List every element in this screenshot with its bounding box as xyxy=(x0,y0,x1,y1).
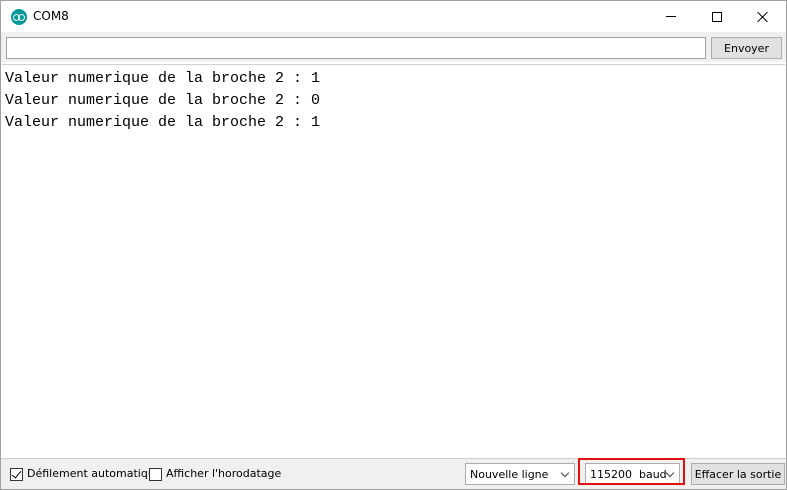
maximize-button[interactable] xyxy=(694,1,740,32)
close-icon xyxy=(757,11,769,23)
output-line: Valeur numerique de la broche 2 : 1 xyxy=(5,70,321,87)
timestamp-checkbox[interactable] xyxy=(149,468,162,481)
output-line: Valeur numerique de la broche 2 : 0 xyxy=(5,92,321,109)
send-row: Envoyer xyxy=(1,32,786,62)
minimize-icon xyxy=(666,16,676,17)
line-ending-value: Nouvelle ligne xyxy=(470,467,549,481)
clear-output-button[interactable]: Effacer la sortie xyxy=(691,463,785,485)
timestamp-label: Afficher l'horodatage xyxy=(166,467,282,480)
serial-output[interactable]: Valeur numerique de la broche 2 : 1 Vale… xyxy=(2,64,785,458)
output-line: Valeur numerique de la broche 2 : 1 xyxy=(5,114,321,131)
send-input[interactable] xyxy=(6,37,706,59)
arduino-icon xyxy=(11,9,27,25)
baud-rate-highlight xyxy=(578,458,685,485)
chevron-down-icon xyxy=(560,468,570,478)
send-button[interactable]: Envoyer xyxy=(711,37,782,59)
maximize-icon xyxy=(712,11,722,22)
window-title: COM8 xyxy=(33,9,69,23)
autoscroll-checkbox[interactable] xyxy=(10,468,23,481)
line-ending-select[interactable]: Nouvelle ligne xyxy=(465,463,575,485)
title-bar: COM8 xyxy=(1,1,786,32)
autoscroll-label: Défilement automatique xyxy=(27,467,162,480)
serial-monitor-window: COM8 Envoyer Valeur numerique de la broc… xyxy=(0,0,787,490)
minimize-button[interactable] xyxy=(648,1,694,32)
close-button[interactable] xyxy=(740,1,786,32)
